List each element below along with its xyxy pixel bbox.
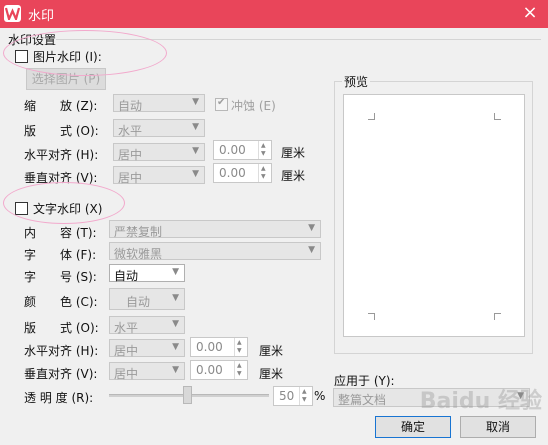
chevron-down-icon: ▼ [192,169,199,179]
font-select[interactable]: 微软雅黑 ▼ [109,242,321,261]
chevron-down-icon: ▼ [172,293,179,303]
chevron-down-icon: ▼ [192,122,199,132]
ok-button[interactable]: 确定 [375,416,451,438]
spin-down-icon[interactable]: ▼ [261,173,266,181]
text-layout-select[interactable]: 水平 ▼ [109,316,185,335]
chevron-down-icon: ▼ [172,342,179,352]
page-corner-mark [494,313,501,320]
section-divider [56,39,541,40]
spin-down-icon[interactable]: ▼ [237,370,242,378]
text-watermark-label: 文字水印 (X) [33,202,103,216]
image-v-unit: 厘米 [281,169,306,183]
spin-down-icon[interactable]: ▼ [237,347,242,355]
watermark-dialog: 水印设置 图片水印 (I): 选择图片 (P) 缩 放 (Z): 自动 ▼ ✔ … [0,28,548,445]
title-bar: 水印 × [0,0,548,28]
color-select[interactable]: 自动 ▼ [109,288,185,310]
text-v-unit: 厘米 [259,367,284,381]
text-v-align-select[interactable]: 居中 ▼ [109,362,185,381]
washout-checkbox[interactable]: ✔ [215,97,228,111]
chevron-down-icon: ▼ [172,365,179,375]
chevron-down-icon: ▼ [172,267,179,277]
spin-up-icon[interactable]: ▲ [261,142,266,150]
page-corner-mark [368,113,375,120]
content-select[interactable]: 严禁复制 ▼ [109,220,321,239]
transparency-unit: % [314,389,326,403]
text-watermark-checkbox[interactable] [15,202,28,215]
image-h-offset-spinner[interactable]: 0.00 ▲ ▼ [213,140,272,160]
chevron-down-icon: ▼ [172,319,179,329]
check-icon: ✔ [217,97,226,108]
select-image-button[interactable]: 选择图片 (P) [26,68,106,90]
image-v-offset-spinner[interactable]: 0.00 ▲ ▼ [213,163,272,183]
spin-down-icon[interactable]: ▼ [261,150,266,158]
spin-up-icon[interactable]: ▲ [261,165,266,173]
image-v-align-label: 垂直对齐 (V): [24,171,98,185]
image-watermark-checkbox[interactable] [15,50,28,63]
spin-up-icon[interactable]: ▲ [237,362,242,370]
transparency-slider-thumb[interactable] [183,386,192,404]
preview-label: 预览 [342,73,371,90]
scale-label: 缩 放 (Z): [24,99,98,113]
chevron-down-icon: ▼ [517,391,524,401]
washout-label: 冲蚀 (E) [231,99,276,113]
apply-to-select[interactable]: 整篇文档 ▼ [333,388,530,407]
apply-to-label: 应用于 (Y): [334,374,395,388]
page-corner-mark [494,113,501,120]
text-h-align-select[interactable]: 居中 ▼ [109,339,185,358]
window-title: 水印 [28,9,55,24]
image-watermark-label: 图片水印 (I): [33,50,102,64]
cancel-button[interactable]: 取消 [460,416,536,438]
text-v-offset-spinner[interactable]: 0.00 ▲ ▼ [190,360,248,380]
transparency-label: 透 明 度 (R): [24,391,94,405]
section-title: 水印设置 [8,33,57,47]
chevron-down-icon: ▼ [308,245,315,255]
text-h-align-label: 水平对齐 (H): [24,344,99,358]
page-corner-mark [368,313,375,320]
image-layout-label: 版 式 (O): [24,124,99,138]
text-h-unit: 厘米 [259,344,284,358]
image-h-align-label: 水平对齐 (H): [24,148,99,162]
wps-writer-icon [4,5,21,22]
chevron-down-icon: ▼ [192,97,199,107]
chevron-down-icon: ▼ [308,223,315,233]
color-label: 颜 色 (C): [24,295,98,309]
size-select[interactable]: 自动 ▼ [109,264,185,283]
preview-page [343,94,525,337]
text-h-offset-spinner[interactable]: 0.00 ▲ ▼ [190,337,248,357]
content-label: 内 容 (T): [24,226,97,240]
transparency-spinner[interactable]: 50 ▲ ▼ [273,386,313,406]
text-layout-label: 版 式 (O): [24,321,99,335]
scale-select[interactable]: 自动 ▼ [113,94,205,113]
image-h-unit: 厘米 [281,146,306,160]
spin-up-icon[interactable]: ▲ [237,339,242,347]
font-label: 字 体 (F): [24,248,97,262]
size-label: 字 号 (S): [24,270,97,284]
close-button[interactable]: × [520,2,540,23]
image-v-align-select[interactable]: 居中 ▼ [113,166,205,185]
text-v-align-label: 垂直对齐 (V): [24,367,98,381]
spin-down-icon[interactable]: ▼ [302,396,307,404]
spin-up-icon[interactable]: ▲ [302,388,307,396]
image-h-align-select[interactable]: 居中 ▼ [113,143,205,162]
image-layout-select[interactable]: 水平 ▼ [113,119,205,138]
chevron-down-icon: ▼ [192,146,199,156]
